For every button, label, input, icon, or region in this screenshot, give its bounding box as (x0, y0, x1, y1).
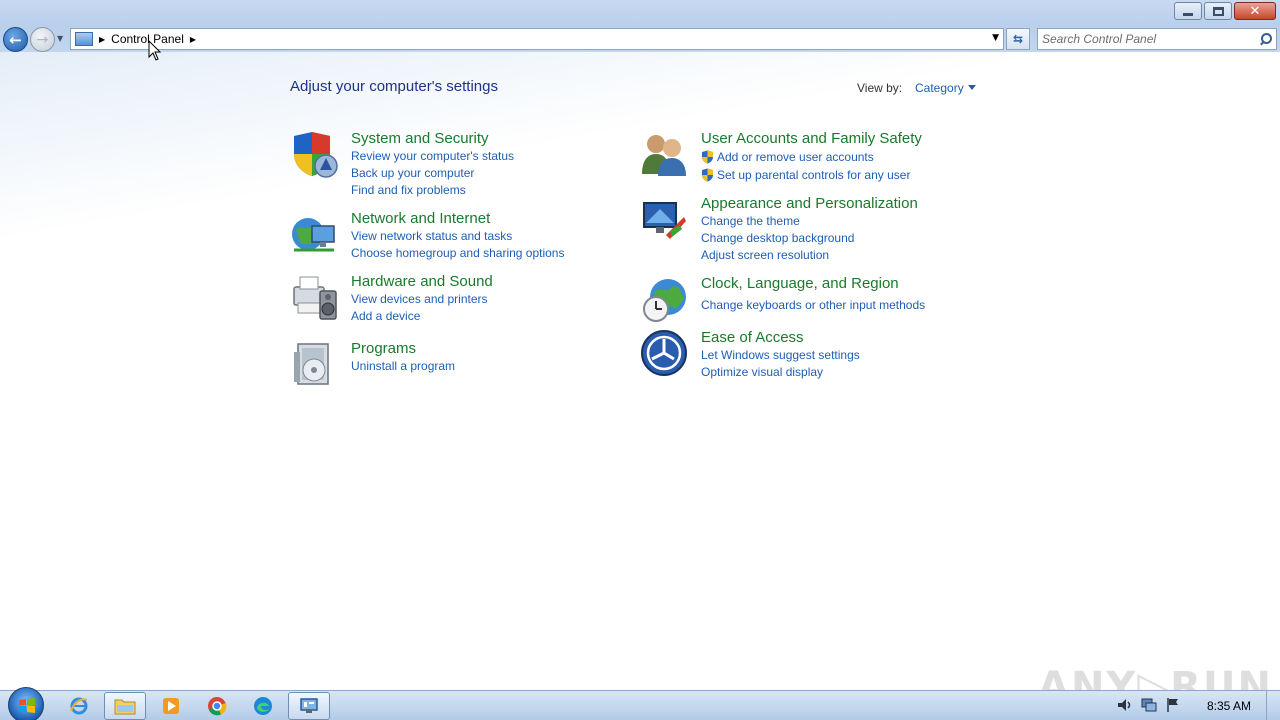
taskbar-media-player[interactable] (150, 692, 192, 720)
taskbar-chrome[interactable] (196, 692, 238, 720)
internet-explorer-icon (70, 697, 88, 715)
link-homegroup-sharing[interactable]: Choose homegroup and sharing options (351, 245, 564, 262)
uac-shield-icon (702, 168, 713, 182)
back-arrow-icon: ← (9, 30, 22, 49)
link-review-status[interactable]: Review your computer's status (351, 148, 514, 165)
category-title[interactable]: Ease of Access (701, 329, 860, 347)
file-explorer-icon (114, 699, 136, 715)
ease-of-access-icon[interactable] (640, 329, 688, 377)
close-icon: ✕ (1249, 3, 1261, 19)
mouse-cursor-icon (148, 40, 162, 61)
action-center-flag-icon[interactable] (1164, 696, 1182, 714)
link-windows-suggest[interactable]: Let Windows suggest settings (701, 347, 860, 364)
address-bar[interactable]: ▶ Control Panel ▶ ▼ (70, 28, 1004, 50)
category-title[interactable]: Hardware and Sound (351, 273, 493, 291)
taskbar-control-panel[interactable] (288, 692, 330, 720)
link-keyboards-input[interactable]: Change keyboards or other input methods (701, 297, 925, 314)
link-label: Add or remove user accounts (717, 150, 874, 164)
minimize-button[interactable] (1174, 2, 1202, 20)
breadcrumb-arrow-icon[interactable]: ▶ (99, 35, 105, 44)
window-controls: ✕ (1172, 2, 1276, 20)
link-back-up[interactable]: Back up your computer (351, 165, 514, 182)
search-icon[interactable] (1258, 32, 1272, 46)
system-tray (1116, 696, 1182, 714)
link-uninstall-program[interactable]: Uninstall a program (351, 358, 455, 375)
programs-icon[interactable] (290, 340, 338, 388)
navigation-bar: ← → ▼ ▶ Control Panel ▶ ▼ ⇆ (0, 26, 1280, 52)
network-globe-icon[interactable] (290, 210, 338, 258)
recent-pages-button[interactable]: ▼ (57, 34, 63, 43)
taskbar: 8:35 AM (0, 687, 1280, 720)
category-title[interactable]: User Accounts and Family Safety (701, 130, 922, 148)
link-optimize-visual[interactable]: Optimize visual display (701, 364, 860, 381)
link-screen-resolution[interactable]: Adjust screen resolution (701, 247, 918, 264)
view-by-dropdown[interactable]: Category (915, 81, 964, 95)
link-change-theme[interactable]: Change the theme (701, 213, 918, 230)
link-network-status[interactable]: View network status and tasks (351, 228, 564, 245)
search-input[interactable] (1042, 30, 1258, 48)
uac-shield-icon (702, 150, 713, 164)
link-desktop-background[interactable]: Change desktop background (701, 230, 918, 247)
minimize-icon (1183, 12, 1193, 16)
link-label: Set up parental controls for any user (717, 168, 911, 182)
monitor-paint-icon[interactable] (640, 195, 688, 243)
taskbar-edge[interactable] (242, 692, 284, 720)
taskbar-clock[interactable]: 8:35 AM (1207, 699, 1251, 713)
breadcrumb-arrow-icon[interactable]: ▶ (190, 35, 196, 44)
printer-speaker-icon[interactable] (290, 273, 338, 321)
address-dropdown-icon[interactable]: ▼ (992, 33, 999, 43)
category-title[interactable]: Programs (351, 340, 455, 358)
windows-logo-icon (19, 698, 35, 713)
category-title[interactable]: Appearance and Personalization (701, 195, 918, 213)
link-add-device[interactable]: Add a device (351, 308, 493, 325)
chrome-icon (208, 697, 227, 716)
search-box[interactable] (1037, 28, 1277, 50)
link-find-fix-problems[interactable]: Find and fix problems (351, 182, 514, 199)
control-panel-icon (75, 32, 93, 46)
forward-button[interactable]: → (30, 27, 55, 52)
taskbar-file-explorer[interactable] (104, 692, 146, 720)
start-button[interactable] (8, 687, 44, 720)
shield-icon[interactable] (290, 130, 338, 178)
view-by-label: View by: (857, 81, 903, 95)
page-title: Adjust your computer's settings (290, 78, 498, 95)
close-button[interactable]: ✕ (1234, 2, 1276, 20)
refresh-icon: ⇆ (1012, 32, 1024, 46)
maximize-button[interactable] (1204, 2, 1232, 20)
edge-icon (254, 697, 272, 715)
media-player-icon (163, 698, 179, 714)
refresh-button[interactable]: ⇆ (1006, 28, 1030, 50)
volume-icon[interactable] (1116, 696, 1134, 714)
link-parental-controls[interactable]: Set up parental controls for any user (701, 166, 922, 184)
show-desktop-button[interactable] (1266, 691, 1280, 720)
users-icon[interactable] (640, 130, 688, 178)
control-panel-icon (300, 698, 318, 713)
control-panel-content: Adjust your computer's settings View by:… (0, 52, 1280, 710)
taskbar-internet-explorer[interactable] (58, 692, 100, 720)
forward-arrow-icon: → (36, 31, 49, 48)
category-title[interactable]: Network and Internet (351, 210, 564, 228)
back-button[interactable]: ← (3, 27, 28, 52)
title-bar: ✕ (0, 0, 1280, 26)
link-add-remove-accounts[interactable]: Add or remove user accounts (701, 148, 922, 166)
category-title[interactable]: System and Security (351, 130, 514, 148)
clock-globe-icon[interactable] (640, 275, 688, 323)
network-icon[interactable] (1140, 696, 1158, 714)
chevron-down-icon[interactable] (968, 85, 976, 90)
link-devices-printers[interactable]: View devices and printers (351, 291, 493, 308)
category-title[interactable]: Clock, Language, and Region (701, 275, 925, 293)
restore-icon (1212, 6, 1224, 16)
